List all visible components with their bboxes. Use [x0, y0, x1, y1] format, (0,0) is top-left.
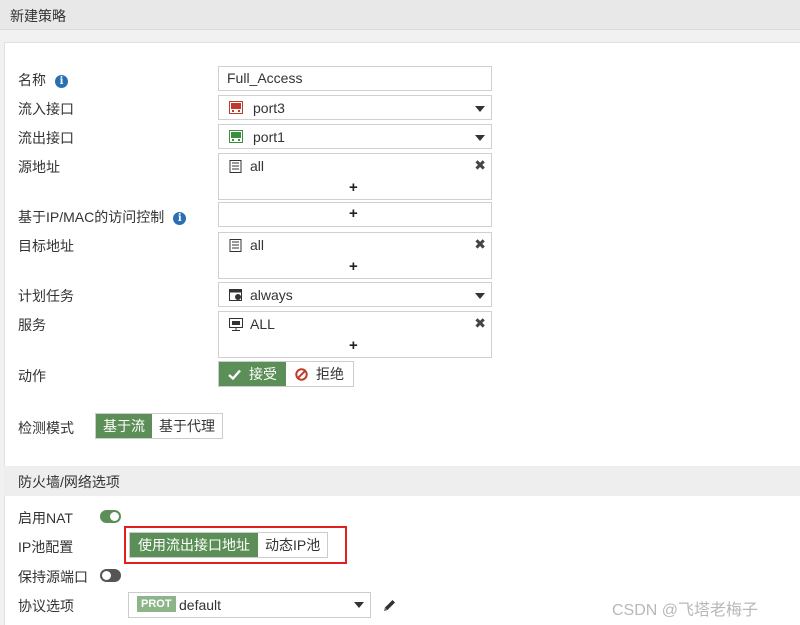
protocol-options-value: default — [179, 597, 222, 613]
dynamic-ip-pool-button[interactable]: 动态IP池 — [258, 533, 327, 557]
title-bar: 新建策略 — [0, 0, 800, 30]
watermark: CSDN @飞塔老梅子 — [612, 602, 759, 619]
page-title: 新建策略 — [10, 8, 66, 24]
schedule-value: always — [250, 287, 293, 303]
inspection-mode-label: 检测模式 — [18, 420, 74, 436]
outgoing-interface-select[interactable]: port1 — [218, 124, 492, 149]
address-icon — [229, 239, 242, 252]
chevron-down-icon — [475, 293, 485, 299]
remove-icon[interactable]: ✖ — [474, 236, 486, 253]
incoming-interface-value: port3 — [253, 100, 285, 116]
firewall-network-section-header: 防火墙/网络选项 — [4, 466, 800, 496]
incoming-interface-label: 流入接口 — [18, 101, 74, 117]
source-address-field[interactable]: all ✖ + — [218, 153, 492, 200]
info-icon[interactable]: i — [173, 212, 187, 225]
source-address-label: 源地址 — [18, 159, 60, 175]
ip-mac-label: 基于IP/MAC的访问控制 i — [18, 207, 187, 227]
check-icon — [228, 369, 241, 381]
name-label: 名称 i — [18, 70, 68, 90]
dest-address-label: 目标地址 — [18, 238, 74, 254]
remove-icon[interactable]: ✖ — [474, 315, 486, 332]
accept-label: 接受 — [249, 366, 277, 382]
remove-icon[interactable]: ✖ — [474, 157, 486, 174]
info-icon[interactable]: i — [55, 75, 68, 88]
deny-label: 拒绝 — [316, 366, 344, 382]
chevron-down-icon — [354, 602, 364, 608]
preserve-port-label: 保持源端口 — [18, 569, 88, 585]
service-value: ALL — [250, 316, 275, 332]
accept-button[interactable]: 接受 — [219, 362, 286, 386]
port-icon — [229, 130, 243, 143]
inspection-mode-toggle-group: 基于流 基于代理 — [95, 413, 223, 439]
add-icon[interactable]: + — [349, 179, 358, 196]
section-title: 防火墙/网络选项 — [18, 474, 120, 490]
deny-icon — [295, 368, 308, 381]
chevron-down-icon — [475, 106, 485, 112]
name-input[interactable]: Full_Access — [218, 66, 492, 91]
port-icon — [229, 101, 243, 114]
protocol-options-label: 协议选项 — [18, 598, 74, 614]
nat-label: 启用NAT — [18, 510, 73, 526]
dest-address-value: all — [250, 237, 265, 253]
source-address-value: all — [250, 158, 265, 174]
add-icon[interactable]: + — [349, 337, 358, 354]
incoming-interface-select[interactable]: port3 — [218, 95, 492, 120]
address-icon — [229, 160, 242, 173]
chevron-down-icon — [475, 135, 485, 141]
outgoing-interface-label: 流出接口 — [18, 130, 74, 146]
ip-pool-toggle-group: 使用流出接口地址 动态IP池 — [129, 532, 329, 558]
protocol-options-select[interactable]: PROT default — [128, 592, 371, 618]
prot-badge: PROT — [137, 596, 176, 612]
add-icon[interactable]: + — [349, 258, 358, 275]
outgoing-interface-value: port1 — [253, 129, 285, 145]
ip-mac-field[interactable]: + — [218, 202, 492, 227]
preserve-port-toggle[interactable] — [100, 569, 121, 582]
ip-pool-label: IP池配置 — [18, 539, 74, 555]
schedule-label: 计划任务 — [18, 288, 74, 304]
use-outgoing-interface-button[interactable]: 使用流出接口地址 — [130, 533, 258, 557]
dest-address-field[interactable]: all ✖ + — [218, 232, 492, 279]
flow-based-button[interactable]: 基于流 — [96, 414, 152, 438]
action-toggle-group: 接受 拒绝 — [218, 361, 354, 387]
nat-toggle[interactable] — [100, 510, 121, 523]
schedule-icon — [229, 289, 242, 301]
service-icon — [229, 318, 243, 331]
service-field[interactable]: ALL ✖ + — [218, 311, 492, 358]
toggle-knob — [102, 571, 111, 580]
proxy-based-button[interactable]: 基于代理 — [152, 414, 222, 438]
edit-icon[interactable] — [382, 598, 397, 613]
action-label: 动作 — [18, 368, 46, 384]
service-label: 服务 — [18, 317, 46, 333]
toggle-knob — [110, 512, 119, 521]
add-icon[interactable]: + — [349, 205, 358, 222]
deny-button[interactable]: 拒绝 — [286, 362, 353, 386]
schedule-select[interactable]: always — [218, 282, 492, 307]
